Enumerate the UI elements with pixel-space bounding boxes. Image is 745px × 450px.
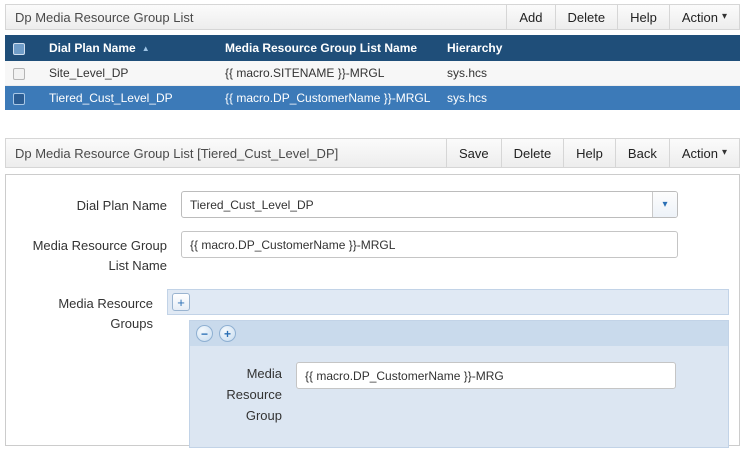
list-section: Dp Media Resource Group List Add Delete … (5, 4, 740, 110)
dropdown-button[interactable]: ▾ (652, 192, 677, 217)
page: Dp Media Resource Group List Add Delete … (0, 0, 745, 450)
add-button[interactable]: Add (506, 5, 554, 29)
column-header-dial-plan[interactable]: Dial Plan Name ▲ (41, 35, 217, 61)
detail-form: Dial Plan Name Tiered_Cust_Level_DP ▾ Me… (5, 174, 740, 446)
detail-toolbar-buttons: Save Delete Help Back Action ▾ (446, 139, 739, 167)
field-row-dial-plan: Dial Plan Name Tiered_Cust_Level_DP ▾ (16, 191, 729, 218)
mrg-item-header: − + (190, 321, 728, 346)
cell-hierarchy[interactable]: sys.hcs (439, 86, 740, 111)
help-button[interactable]: Help (617, 5, 669, 29)
row-checkbox[interactable] (13, 93, 25, 105)
detail-toolbar: Dp Media Resource Group List [Tiered_Cus… (5, 138, 740, 168)
mrg-input[interactable] (296, 362, 676, 389)
help-button[interactable]: Help (563, 139, 615, 167)
action-menu-button[interactable]: Action ▾ (669, 139, 739, 167)
mrg-groups-label: Media Resource Groups (16, 289, 167, 447)
save-button[interactable]: Save (446, 139, 501, 167)
cell-hierarchy[interactable]: sys.hcs (439, 61, 740, 86)
select-all-checkbox[interactable] (13, 43, 25, 55)
mrg-groups-panel: + − + (167, 289, 729, 447)
chevron-down-icon: ▾ (722, 148, 727, 158)
mrgl-name-label: Media Resource Group List Name (16, 231, 181, 276)
column-header-mrgl-name[interactable]: Media Resource Group List Name (217, 35, 439, 61)
field-row-mrg-groups: Media Resource Groups + − (16, 289, 729, 447)
cell-dial-plan[interactable]: Site_Level_DP (41, 61, 217, 86)
dial-plan-table: Dial Plan Name ▲ Media Resource Group Li… (5, 35, 740, 110)
plus-icon: + (224, 328, 231, 340)
back-button[interactable]: Back (615, 139, 669, 167)
action-menu-button[interactable]: Action ▾ (669, 5, 739, 29)
chevron-down-icon: ▾ (662, 199, 667, 210)
detail-title: Dp Media Resource Group List [Tiered_Cus… (6, 139, 446, 167)
section-gap (5, 110, 740, 138)
select-all-cell (5, 35, 41, 61)
cell-mrgl-name[interactable]: {{ macro.DP_CustomerName }}-MRGL (217, 86, 439, 111)
mrg-item-body: Media Resource Group (190, 346, 728, 446)
cell-mrgl-name[interactable]: {{ macro.SITENAME }}-MRGL (217, 61, 439, 86)
dial-plan-select[interactable]: Tiered_Cust_Level_DP ▾ (181, 191, 678, 218)
delete-button[interactable]: Delete (501, 139, 564, 167)
sort-ascending-icon: ▲ (142, 44, 150, 53)
dial-plan-selected-value: Tiered_Cust_Level_DP (182, 192, 652, 217)
remove-group-button[interactable]: − (196, 325, 213, 342)
field-row-mrg: Media Resource Group (196, 362, 716, 426)
add-group-button[interactable]: + (172, 293, 190, 311)
list-toolbar: Dp Media Resource Group List Add Delete … (5, 4, 740, 30)
table-header-row: Dial Plan Name ▲ Media Resource Group Li… (5, 35, 740, 61)
chevron-down-icon: ▾ (722, 12, 727, 22)
add-group-button[interactable]: + (219, 325, 236, 342)
mrg-label: Media Resource Group (196, 362, 296, 426)
field-row-mrgl-name: Media Resource Group List Name (16, 231, 729, 276)
mrg-add-bar: + (167, 289, 729, 315)
table-row-selected[interactable]: Tiered_Cust_Level_DP {{ macro.DP_Custome… (5, 86, 740, 111)
mrg-group-item: − + Media Resource Group (189, 320, 729, 447)
list-title: Dp Media Resource Group List (6, 5, 506, 29)
row-checkbox[interactable] (13, 68, 25, 80)
plus-icon: + (177, 296, 185, 309)
cell-dial-plan[interactable]: Tiered_Cust_Level_DP (41, 86, 217, 111)
detail-section: Dp Media Resource Group List [Tiered_Cus… (5, 138, 740, 446)
dial-plan-label: Dial Plan Name (16, 191, 181, 218)
delete-button[interactable]: Delete (555, 5, 618, 29)
list-toolbar-buttons: Add Delete Help Action ▾ (506, 5, 739, 29)
minus-icon: − (201, 328, 208, 340)
column-header-hierarchy[interactable]: Hierarchy (439, 35, 740, 61)
table-row[interactable]: Site_Level_DP {{ macro.SITENAME }}-MRGL … (5, 61, 740, 86)
mrgl-name-input[interactable] (181, 231, 678, 258)
